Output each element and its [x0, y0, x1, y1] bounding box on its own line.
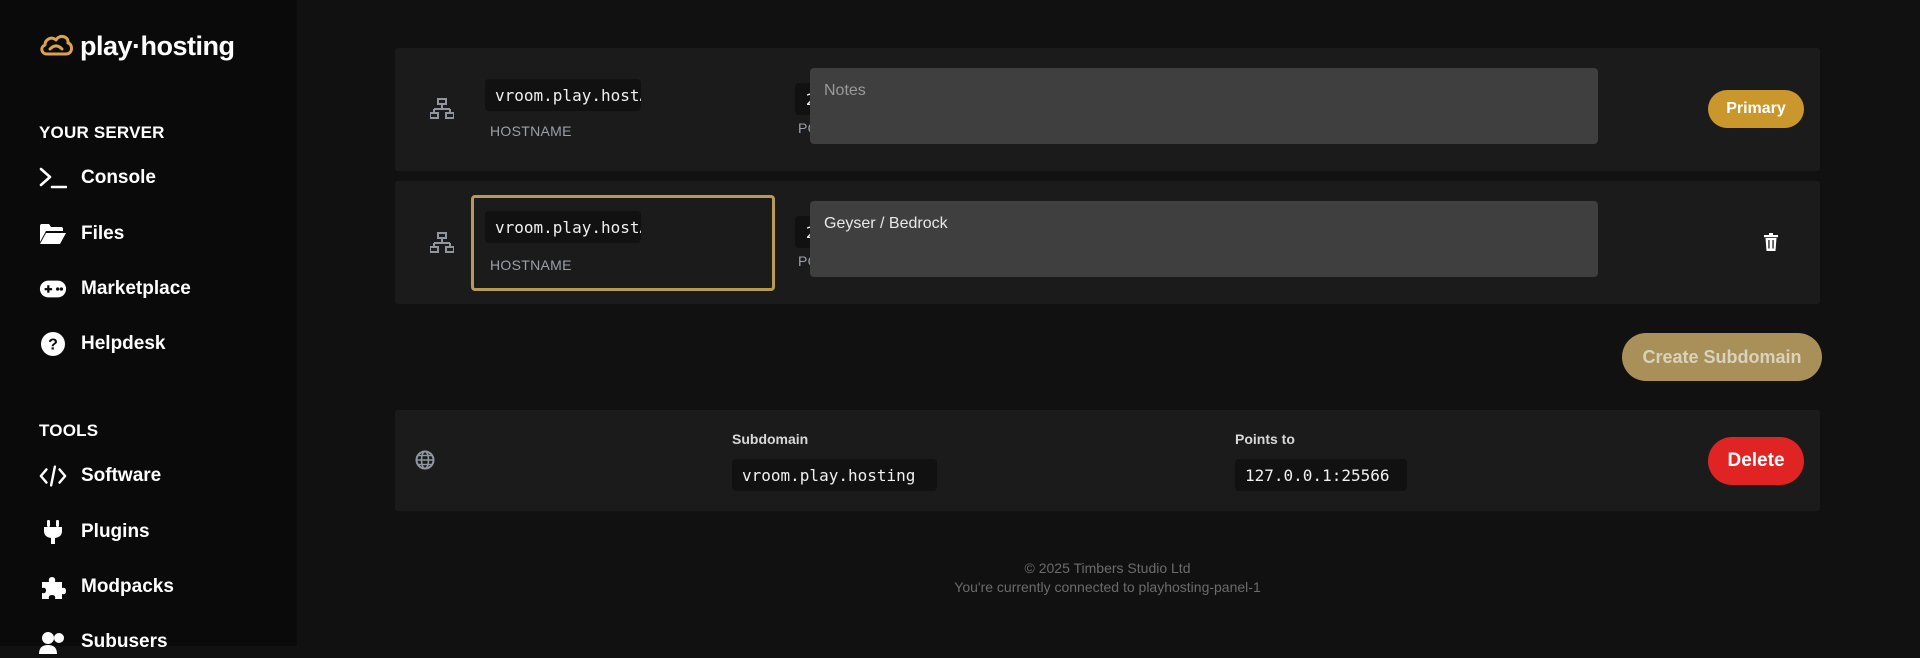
selection-highlight: [471, 195, 775, 291]
primary-badge: Primary: [1708, 90, 1804, 128]
footer-copyright: © 2025 Timbers Studio Ltd: [1024, 560, 1191, 576]
sidebar-item-modpacks[interactable]: Modpacks: [39, 571, 174, 603]
sidebar-item-label: Software: [81, 465, 162, 486]
globe-icon: [415, 450, 435, 475]
sidebar-item-marketplace[interactable]: Marketplace: [39, 273, 191, 305]
puzzle-icon: [39, 573, 67, 601]
sidebar-item-console[interactable]: Console: [39, 162, 156, 194]
section-title-your-server: YOUR SERVER: [39, 123, 165, 142]
main-content: vroom.play.host… HOSTNAME 25566 PORT Not…: [297, 0, 1920, 646]
brand-name: play·hosting: [80, 31, 235, 61]
allocation-row: vroom.play.host… HOSTNAME 27967 PORT Gey…: [395, 181, 1820, 304]
network-icon: [429, 98, 455, 125]
delete-button[interactable]: Delete: [1708, 437, 1804, 485]
hostname-label: HOSTNAME: [490, 123, 572, 139]
trash-icon[interactable]: [1764, 233, 1778, 256]
sidebar-item-helpdesk[interactable]: ? Helpdesk: [39, 328, 165, 360]
sidebar-item-label: Console: [81, 167, 156, 188]
sidebar-item-label: Marketplace: [81, 278, 191, 299]
hostname-value[interactable]: vroom.play.host…: [485, 79, 641, 111]
hostname-value[interactable]: vroom.play.host…: [485, 211, 641, 243]
sidebar-item-files[interactable]: Files: [39, 218, 124, 250]
sidebar-item-subusers[interactable]: Subusers: [39, 626, 168, 658]
points-to-value: 127.0.0.1:25566: [1235, 459, 1407, 491]
notes-field[interactable]: Notes: [810, 68, 1598, 144]
sidebar-item-label: Modpacks: [81, 576, 174, 597]
network-icon: [429, 232, 455, 259]
gamepad-icon: [39, 275, 67, 303]
terminal-icon: [39, 164, 67, 192]
cloud-icon: [38, 30, 74, 63]
subdomain-card: Subdomain vroom.play.hosting Points to 1…: [395, 410, 1820, 511]
sidebar: play·hosting YOUR SERVER Console Files M…: [0, 0, 297, 654]
footer-connection: You're currently connected to playhostin…: [954, 579, 1261, 595]
section-title-tools: TOOLS: [39, 421, 99, 440]
sidebar-item-software[interactable]: Software: [39, 460, 161, 492]
points-to-heading: Points to: [1235, 431, 1295, 447]
create-subdomain-button[interactable]: Create Subdomain: [1622, 333, 1822, 381]
hostname-label: HOSTNAME: [490, 257, 572, 273]
code-icon: [39, 462, 67, 490]
notes-field[interactable]: Geyser / Bedrock: [810, 201, 1598, 277]
sidebar-item-plugins[interactable]: Plugins: [39, 516, 150, 548]
sidebar-item-label: Plugins: [81, 521, 150, 542]
sidebar-item-label: Helpdesk: [81, 333, 166, 354]
subdomain-value: vroom.play.hosting: [732, 459, 937, 491]
sidebar-item-label: Files: [81, 223, 125, 244]
svg-text:?: ?: [48, 337, 58, 354]
allocation-row: vroom.play.host… HOSTNAME 25566 PORT Not…: [395, 48, 1820, 171]
question-circle-icon: ?: [39, 330, 67, 358]
sidebar-item-label: Subusers: [81, 631, 168, 652]
subdomain-heading: Subdomain: [732, 431, 809, 447]
footer: © 2025 Timbers Studio Ltd You're current…: [395, 559, 1820, 597]
brand-logo[interactable]: play·hosting: [38, 30, 235, 63]
folder-open-icon: [39, 220, 67, 248]
plug-icon: [39, 518, 67, 546]
users-icon: [39, 628, 67, 656]
